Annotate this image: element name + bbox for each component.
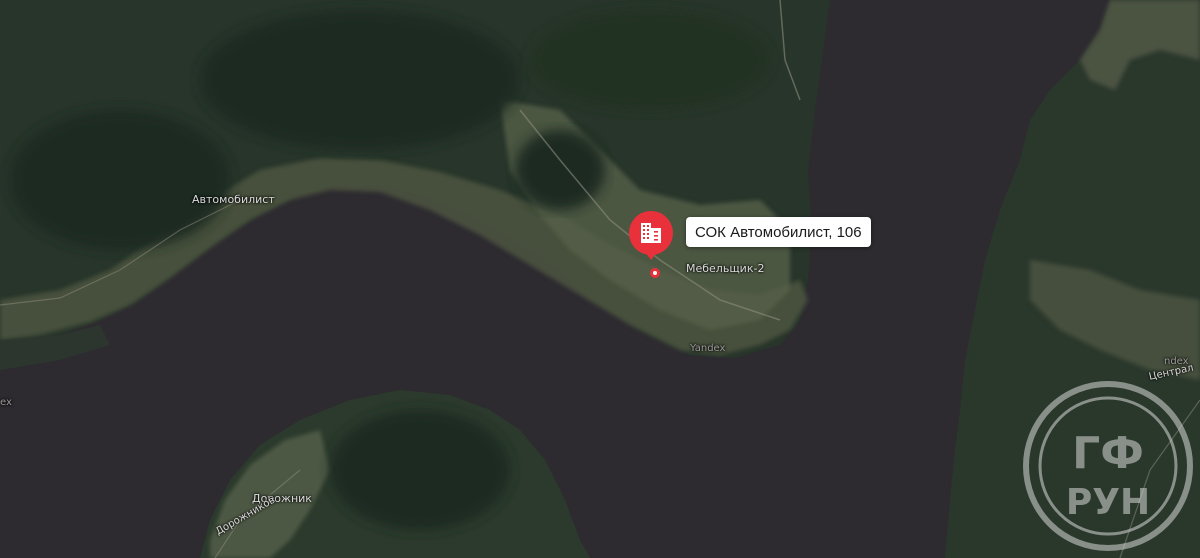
place-label-mebelshchik: Мебельщик-2 — [686, 262, 765, 275]
marker-tail — [645, 252, 657, 260]
forest-shade — [330, 410, 510, 530]
marker-callout[interactable]: СОК Автомобилист, 106 — [686, 217, 871, 247]
watermark-text-bottom: РУН — [1066, 482, 1150, 523]
yandex-tile-label: ex — [0, 397, 12, 408]
yandex-tile-label: Yandex — [690, 343, 726, 354]
forest-shade — [200, 10, 520, 150]
yandex-tile-label: ndex — [1164, 356, 1189, 367]
forest-shade — [530, 10, 770, 110]
marker-label: СОК Автомобилист, 106 — [695, 223, 862, 241]
place-label-avtomobilist: Автомобилист — [192, 193, 275, 206]
map-marker-pin[interactable] — [626, 210, 676, 260]
marker-location-dot[interactable] — [650, 268, 660, 278]
watermark-text-top: ГФ — [1072, 428, 1144, 479]
watermark-seal: ГФ РУН — [1023, 381, 1193, 551]
forest-shade — [10, 110, 230, 250]
